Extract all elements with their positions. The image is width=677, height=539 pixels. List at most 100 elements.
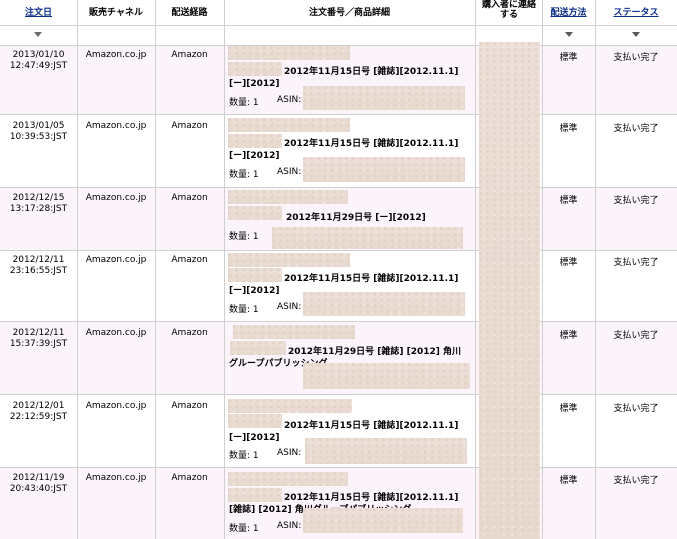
quantity: 数量: 1 [229, 302, 259, 315]
order-date-cell: 2012/12/11 15:37:39:JST [0, 328, 77, 350]
fulfillment-cell: Amazon [171, 50, 208, 60]
product-title: 2012年11月29日号 [ー][2012] [286, 213, 426, 223]
order-date: 2012/12/11 [12, 255, 65, 265]
column-divider [475, 0, 476, 539]
redacted-order-number [228, 253, 350, 267]
product-title-cont: [ー][2012] [229, 433, 280, 443]
redacted-asin [303, 363, 470, 389]
quantity: 数量: 1 [229, 229, 259, 242]
order-time: 15:37:39:JST [9, 339, 68, 349]
redacted-order-number [228, 399, 352, 413]
order-date-cell: 2012/12/11 23:16:55:JST [0, 255, 77, 277]
product-title: 2012年11月15日号 [雑誌][2012.11.1] [284, 421, 459, 431]
order-time: 12:47:49:JST [9, 61, 68, 71]
row-divider [0, 114, 677, 115]
order-date-cell: 2013/01/10 12:47:49:JST [0, 50, 77, 72]
redacted-product-prefix [228, 488, 282, 502]
fulfillment-cell: Amazon [171, 121, 208, 131]
order-date: 2012/12/15 [12, 193, 65, 203]
order-date-header[interactable]: 注文日 [0, 5, 77, 18]
sales-channel-cell: Amazon.co.jp [85, 50, 147, 60]
ship-method-header[interactable]: 配送方法 [542, 5, 595, 18]
redacted-asin [272, 227, 463, 249]
fulfillment-cell: Amazon [171, 473, 208, 483]
status-header[interactable]: ステータス [595, 5, 677, 18]
qty-label: 数量: [229, 451, 251, 461]
column-divider [155, 0, 156, 539]
sales-channel-cell: Amazon.co.jp [85, 121, 147, 131]
order-date-cell: 2012/12/01 22:12:59:JST [0, 401, 77, 423]
qty-label: 数量: [229, 305, 251, 315]
status-cell: 支払い完了 [613, 53, 659, 63]
order-date: 2013/01/05 [12, 121, 65, 131]
order-date: 2013/01/10 [12, 50, 65, 60]
redacted-order-number [228, 472, 348, 486]
redacted-asin [303, 157, 465, 182]
order-time: 13:17:28:JST [9, 204, 68, 214]
ship-method-cell: 標準 [559, 476, 578, 486]
product-title: 2012年11月15日号 [雑誌][2012.11.1] [284, 274, 459, 284]
sales-channel-cell: Amazon.co.jp [85, 401, 147, 411]
sales-channel-cell: Amazon.co.jp [85, 473, 147, 483]
fulfillment-cell: Amazon [171, 328, 208, 338]
qty-label: 数量: [229, 524, 251, 534]
order-date: 2012/12/01 [12, 401, 65, 411]
status-cell: 支払い完了 [613, 404, 659, 414]
product-title-cont: [ー][2012] [229, 151, 280, 161]
asin-label: ASIN: [277, 95, 302, 105]
fulfillment-cell: Amazon [171, 193, 208, 203]
qty-value: 1 [252, 524, 259, 534]
asin-label: ASIN: [277, 167, 302, 177]
quantity: 数量: 1 [229, 448, 259, 461]
status-cell: 支払い完了 [613, 258, 659, 268]
redacted-order-number [228, 118, 350, 132]
sort-asc-outline-icon[interactable] [34, 32, 42, 37]
row-divider [0, 321, 677, 322]
redacted-asin [303, 508, 463, 533]
ship-method-cell: 標準 [559, 258, 578, 268]
redacted-product-prefix [228, 134, 282, 148]
quantity: 数量: 1 [229, 521, 259, 534]
qty-value: 1 [252, 451, 259, 461]
ship-method-cell: 標準 [559, 124, 578, 134]
header-divider [0, 25, 677, 26]
order-date-cell: 2013/01/05 10:39:53:JST [0, 121, 77, 143]
product-title: 2012年11月15日号 [雑誌][2012.11.1] [284, 493, 459, 503]
status-cell: 支払い完了 [613, 124, 659, 134]
sort-desc-solid-icon[interactable] [565, 32, 573, 37]
redacted-product-prefix [228, 206, 282, 220]
column-divider [77, 0, 78, 539]
asin-label: ASIN: [277, 302, 302, 312]
row-divider [0, 250, 677, 251]
sales-channel-cell: Amazon.co.jp [85, 255, 147, 265]
product-title-cont: [ー][2012] [229, 286, 280, 296]
column-divider [542, 0, 543, 539]
row-divider [0, 394, 677, 395]
redacted-asin [303, 86, 465, 110]
column-divider [595, 0, 596, 539]
row-divider [0, 187, 677, 188]
fulfillment-cell: Amazon [171, 401, 208, 411]
product-title: 2012年11月15日号 [雑誌][2012.11.1] [284, 139, 459, 149]
qty-label: 数量: [229, 232, 251, 242]
redacted-order-number[interactable] [233, 325, 355, 339]
order-time: 22:12:59:JST [9, 412, 68, 422]
qty-label: 数量: [229, 98, 251, 108]
sort-desc-solid-icon[interactable] [632, 32, 640, 37]
redacted-product-prefix [228, 414, 282, 428]
order-time: 20:43:40:JST [9, 484, 68, 494]
sales-channel-header: 販売チャネル [89, 8, 143, 18]
status-cell: 支払い完了 [613, 331, 659, 341]
product-title: 2012年11月29日号 [雑誌] [2012] 角川 [288, 347, 461, 357]
redacted-asin [305, 438, 467, 464]
order-date: 2012/11/19 [12, 473, 65, 483]
column-divider [224, 0, 225, 539]
ship-method-cell: 標準 [559, 331, 578, 341]
product-title: 2012年11月15日号 [雑誌][2012.11.1] [284, 67, 459, 77]
redacted-contact-column [479, 42, 540, 539]
qty-label: 数量: [229, 170, 251, 180]
redacted-product-prefix [230, 341, 286, 355]
sales-channel-cell: Amazon.co.jp [85, 193, 147, 203]
order-date-cell: 2012/11/19 20:43:40:JST [0, 473, 77, 495]
fulfillment-cell: Amazon [171, 255, 208, 265]
